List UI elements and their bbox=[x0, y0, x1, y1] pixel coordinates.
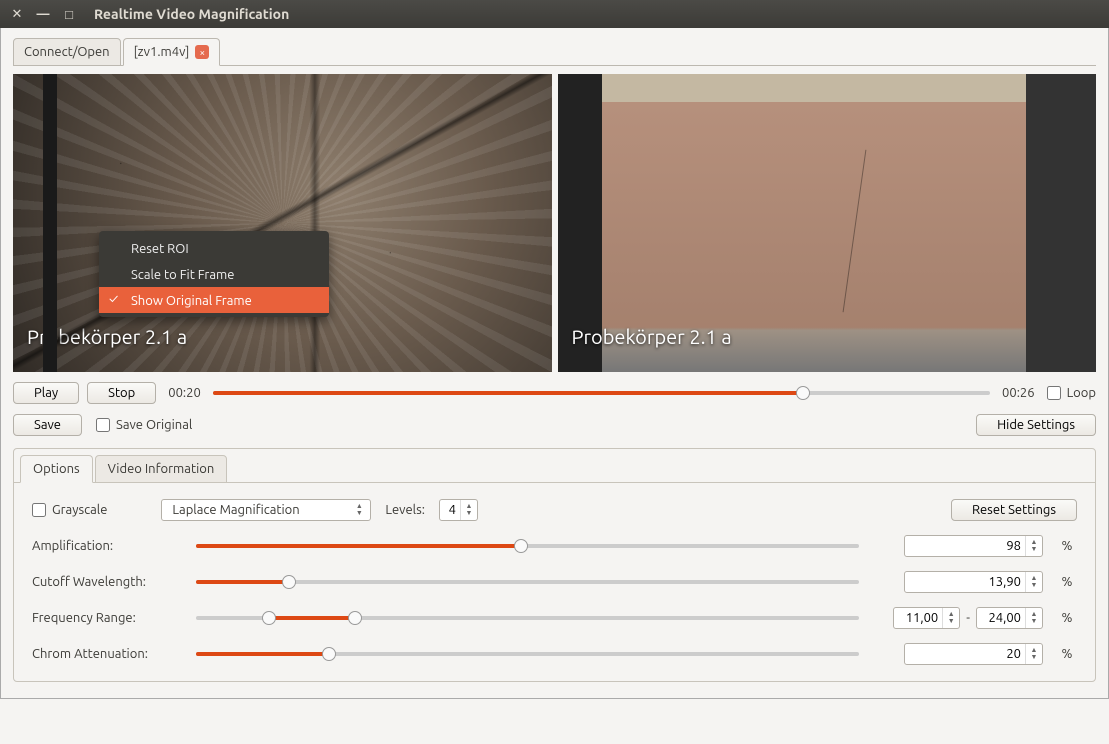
percent-label: % bbox=[1057, 611, 1077, 625]
grayscale-label: Grayscale bbox=[52, 503, 107, 517]
tab-connect-open[interactable]: Connect/Open bbox=[13, 38, 121, 66]
slider-thumb[interactable] bbox=[282, 575, 296, 589]
chevron-down-icon[interactable]: ▼ bbox=[1029, 546, 1039, 553]
tab-label: Connect/Open bbox=[24, 45, 110, 59]
seek-fill bbox=[213, 391, 804, 395]
save-original-label: Save Original bbox=[116, 418, 192, 432]
menu-label: Show Original Frame bbox=[131, 294, 252, 308]
tab-video-information[interactable]: Video Information bbox=[95, 455, 228, 483]
transport-row: Play Stop 00:20 00:26 Loop bbox=[13, 382, 1096, 404]
loop-checkbox-input[interactable] bbox=[1047, 386, 1061, 400]
slider-thumb[interactable] bbox=[322, 647, 336, 661]
frequency-high-input[interactable] bbox=[977, 608, 1025, 628]
amplification-stepper[interactable]: ▲▼ bbox=[904, 535, 1043, 557]
cutoff-stepper[interactable]: ▲▼ bbox=[904, 571, 1043, 593]
chrom-row: Chrom Attenuation: ▲▼ % bbox=[32, 643, 1077, 665]
levels-input[interactable] bbox=[440, 500, 460, 520]
frequency-label: Frequency Range: bbox=[32, 611, 182, 625]
frequency-high-stepper[interactable]: ▲▼ bbox=[976, 607, 1043, 629]
cutoff-input[interactable] bbox=[905, 572, 1025, 592]
menu-reset-roi[interactable]: Reset ROI bbox=[99, 235, 329, 261]
percent-label: % bbox=[1057, 539, 1077, 553]
cutoff-slider[interactable] bbox=[196, 574, 859, 590]
check-icon: ✓ bbox=[109, 292, 118, 306]
tab-label: [zv1.m4v] bbox=[134, 45, 190, 59]
settings-tabs: Options Video Information bbox=[14, 449, 1095, 483]
video-area: Probekörper 2.1 a Probekörper 2.1 a Rese… bbox=[13, 74, 1096, 372]
stop-button[interactable]: Stop bbox=[87, 382, 156, 404]
window-titlebar: ✕ — □ Realtime Video Magnification bbox=[0, 0, 1109, 28]
grayscale-checkbox[interactable]: Grayscale bbox=[32, 503, 107, 517]
seek-thumb[interactable] bbox=[796, 386, 810, 400]
chevron-down-icon[interactable]: ▼ bbox=[354, 510, 364, 517]
chevron-down-icon[interactable]: ▼ bbox=[464, 510, 474, 517]
minimize-icon[interactable]: — bbox=[34, 5, 52, 23]
frequency-range-slider[interactable] bbox=[196, 610, 859, 626]
source-tabs: Connect/Open [zv1.m4v] × bbox=[13, 38, 1096, 66]
range-dash: - bbox=[966, 611, 970, 625]
current-time: 00:20 bbox=[164, 386, 205, 400]
grayscale-checkbox-input[interactable] bbox=[32, 503, 46, 517]
maximize-icon[interactable]: □ bbox=[60, 5, 78, 23]
slider-thumb[interactable] bbox=[514, 539, 528, 553]
video-caption: Probekörper 2.1 a bbox=[27, 325, 187, 348]
chevron-down-icon[interactable]: ▼ bbox=[946, 618, 956, 625]
slider-thumb-low[interactable] bbox=[262, 611, 276, 625]
method-select-value: Laplace Magnification bbox=[172, 503, 299, 517]
frequency-low-input[interactable] bbox=[894, 608, 942, 628]
levels-label: Levels: bbox=[385, 503, 425, 517]
tab-options[interactable]: Options bbox=[20, 455, 93, 483]
chevron-down-icon[interactable]: ▼ bbox=[1029, 582, 1039, 589]
percent-label: % bbox=[1057, 575, 1077, 589]
close-icon[interactable]: ✕ bbox=[8, 5, 26, 23]
levels-stepper[interactable]: ▲ ▼ bbox=[439, 499, 478, 521]
chrom-label: Chrom Attenuation: bbox=[32, 647, 182, 661]
save-original-checkbox-input[interactable] bbox=[96, 418, 110, 432]
original-video-view[interactable]: Probekörper 2.1 a bbox=[558, 74, 1097, 372]
menu-scale-to-fit[interactable]: Scale to Fit Frame bbox=[99, 261, 329, 287]
menu-label: Reset ROI bbox=[131, 242, 189, 256]
video-context-menu: Reset ROI Scale to Fit Frame ✓ Show Orig… bbox=[99, 231, 329, 317]
play-button[interactable]: Play bbox=[13, 382, 79, 404]
window-body: Connect/Open [zv1.m4v] × Probekörper 2.1… bbox=[0, 28, 1109, 699]
reset-settings-button[interactable]: Reset Settings bbox=[951, 499, 1077, 521]
cutoff-label: Cutoff Wavelength: bbox=[32, 575, 182, 589]
amplification-row: Amplification: ▲▼ % bbox=[32, 535, 1077, 557]
chrom-slider[interactable] bbox=[196, 646, 859, 662]
method-row: Grayscale Laplace Magnification ▲ ▼ Leve… bbox=[32, 499, 1077, 521]
options-body: Grayscale Laplace Magnification ▲ ▼ Leve… bbox=[14, 483, 1095, 681]
window-title: Realtime Video Magnification bbox=[94, 6, 289, 22]
loop-checkbox[interactable]: Loop bbox=[1047, 386, 1096, 400]
slider-thumb-high[interactable] bbox=[348, 611, 362, 625]
settings-panel: Options Video Information Grayscale Lapl… bbox=[13, 448, 1096, 682]
chevron-down-icon[interactable]: ▼ bbox=[1029, 654, 1039, 661]
menu-show-original[interactable]: ✓ Show Original Frame bbox=[99, 287, 329, 313]
amplification-label: Amplification: bbox=[32, 539, 182, 553]
method-select[interactable]: Laplace Magnification ▲ ▼ bbox=[161, 499, 371, 521]
save-original-checkbox[interactable]: Save Original bbox=[96, 418, 192, 432]
frequency-row: Frequency Range: ▲▼ - ▲▼ bbox=[32, 607, 1077, 629]
seek-slider[interactable] bbox=[213, 385, 990, 401]
video-caption: Probekörper 2.1 a bbox=[572, 325, 732, 348]
amplification-input[interactable] bbox=[905, 536, 1025, 556]
cutoff-row: Cutoff Wavelength: ▲▼ % bbox=[32, 571, 1077, 593]
processed-video-view[interactable]: Probekörper 2.1 a bbox=[13, 74, 552, 372]
loop-label: Loop bbox=[1067, 386, 1096, 400]
percent-label: % bbox=[1057, 647, 1077, 661]
chrom-stepper[interactable]: ▲▼ bbox=[904, 643, 1043, 665]
amplification-slider[interactable] bbox=[196, 538, 859, 554]
total-time: 00:26 bbox=[998, 386, 1039, 400]
save-row: Save Save Original Hide Settings bbox=[13, 414, 1096, 436]
save-button[interactable]: Save bbox=[13, 414, 82, 436]
hide-settings-button[interactable]: Hide Settings bbox=[976, 414, 1096, 436]
close-tab-icon[interactable]: × bbox=[195, 45, 209, 59]
frequency-low-stepper[interactable]: ▲▼ bbox=[893, 607, 960, 629]
menu-label: Scale to Fit Frame bbox=[131, 268, 234, 282]
chrom-input[interactable] bbox=[905, 644, 1025, 664]
chevron-down-icon[interactable]: ▼ bbox=[1029, 618, 1039, 625]
tab-file[interactable]: [zv1.m4v] × bbox=[123, 38, 221, 66]
